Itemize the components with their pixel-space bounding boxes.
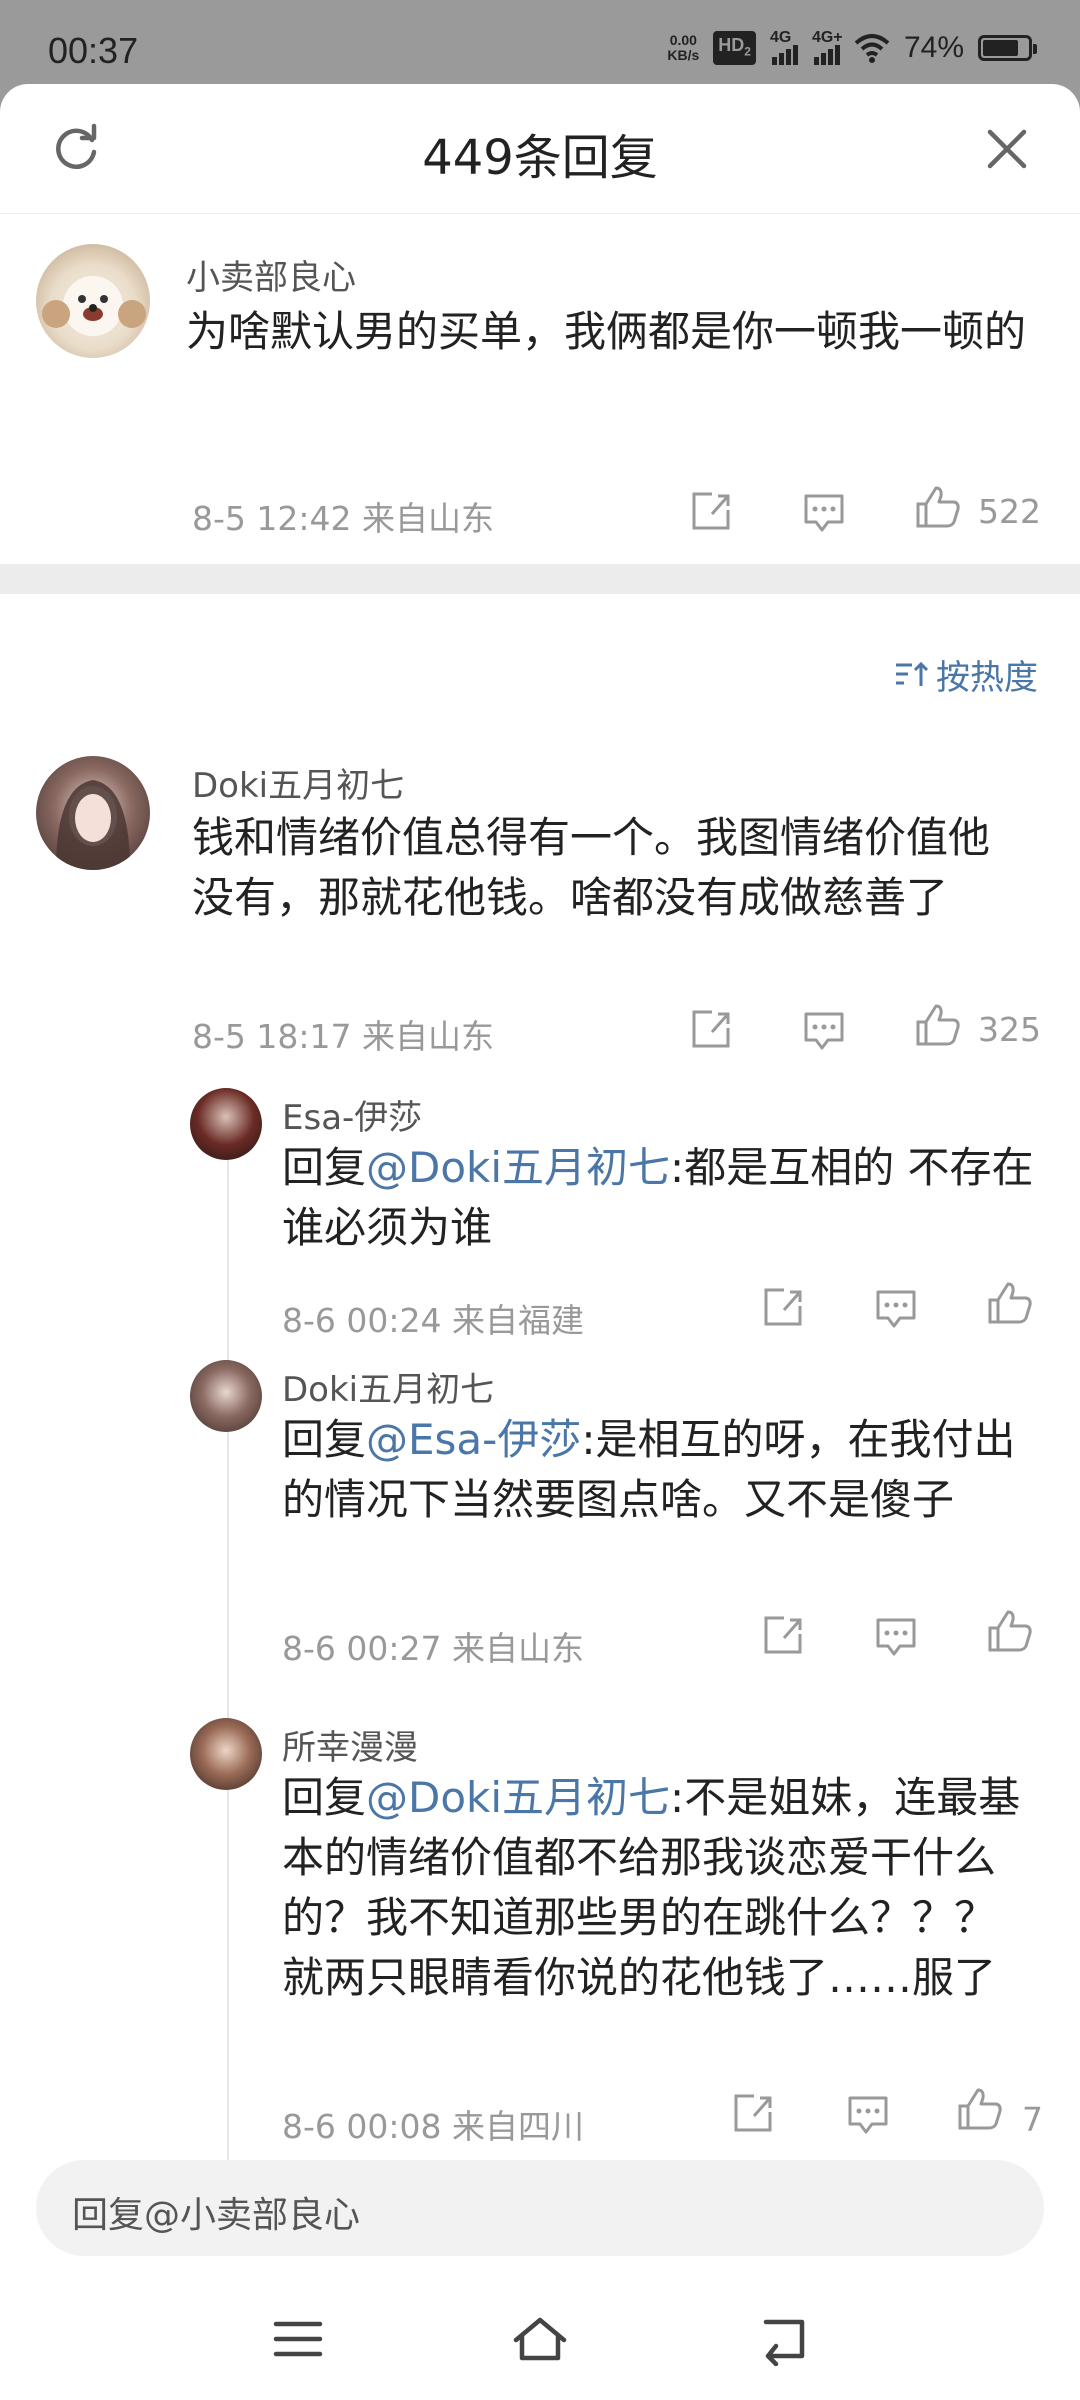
signal-icon-sim2: 4G+ bbox=[812, 29, 843, 65]
comment-icon[interactable] bbox=[800, 490, 848, 536]
battery-icon bbox=[978, 35, 1037, 61]
like-icon[interactable] bbox=[986, 1608, 1034, 1654]
reply-meta: 8-6 00:24 来自福建 bbox=[282, 1301, 584, 1340]
mention-link[interactable]: @Esa-伊莎 bbox=[366, 1415, 581, 1464]
system-nav-bar bbox=[0, 2284, 1080, 2400]
reply-text: 回复@Doki五月初七:都是互相的 不存在谁必须为谁 bbox=[282, 1143, 1034, 1252]
thread-line bbox=[227, 1154, 229, 2224]
page-title: 449条回复 bbox=[422, 130, 658, 186]
avatar[interactable] bbox=[190, 1360, 262, 1432]
share-icon[interactable] bbox=[760, 1612, 808, 1658]
status-bar: 00:37 0.00 KB/s HD2 4G 4G+ 74% bbox=[0, 0, 1080, 84]
reply-author[interactable]: 所幸漫漫 bbox=[282, 1720, 418, 1769]
reply-author[interactable]: Esa-伊莎 bbox=[282, 1090, 422, 1139]
sheet-header: 449条回复 bbox=[0, 84, 1080, 214]
sort-icon bbox=[896, 661, 929, 686]
mention-link[interactable]: @Doki五月初七 bbox=[366, 1773, 670, 1822]
status-time: 00:37 bbox=[48, 30, 139, 71]
mention-link[interactable]: @Doki五月初七 bbox=[366, 1143, 670, 1192]
share-icon[interactable] bbox=[688, 1006, 736, 1052]
signal-icon-sim1: 4G bbox=[770, 29, 798, 65]
reply-text: 钱和情绪价值总得有一个。我图情绪价值他没有，那就花他钱。啥都没有成做慈善了 bbox=[192, 813, 991, 922]
sort-button[interactable]: 按热度 bbox=[894, 650, 1038, 699]
comment-author[interactable]: 小卖部良心 bbox=[186, 250, 356, 299]
close-icon[interactable] bbox=[982, 124, 1032, 174]
reply-author[interactable]: Doki五月初七 bbox=[192, 758, 404, 807]
comment-icon[interactable] bbox=[872, 1614, 920, 1660]
reply-meta: 8-6 00:27 来自山东 bbox=[282, 1629, 584, 1668]
avatar[interactable] bbox=[36, 244, 150, 358]
avatar[interactable] bbox=[36, 756, 150, 870]
battery-percent: 74% bbox=[903, 31, 964, 64]
section-divider bbox=[0, 564, 1080, 594]
status-icons: 0.00 KB/s HD2 4G 4G+ 74% bbox=[667, 28, 1037, 68]
comment-icon[interactable] bbox=[800, 1008, 848, 1054]
like-count: 522 bbox=[978, 492, 1041, 531]
avatar[interactable] bbox=[190, 1088, 262, 1160]
reply-author[interactable]: Doki五月初七 bbox=[282, 1362, 494, 1411]
home-icon[interactable] bbox=[510, 2312, 570, 2366]
reply-meta: 8-5 18:17 来自山东 bbox=[192, 1017, 494, 1056]
reply-text: 回复@Doki五月初七:不是姐妹，连最基本的情绪价值都不给那我谈恋爱干什么的？我… bbox=[282, 1773, 1021, 2002]
wifi-icon bbox=[854, 34, 890, 63]
like-icon[interactable] bbox=[986, 1280, 1034, 1326]
reply-meta: 8-6 00:08 来自四川 bbox=[282, 2107, 584, 2146]
hd-icon: HD2 bbox=[713, 30, 756, 66]
replies-sheet: 449条回复 小卖部良心 为啥默认男的买单，我俩都是你一顿我一顿的 8-5 12… bbox=[0, 84, 1080, 2400]
share-icon[interactable] bbox=[760, 1284, 808, 1330]
network-speed: 0.00 KB/s bbox=[667, 32, 700, 63]
share-icon[interactable] bbox=[730, 2090, 778, 2136]
back-icon[interactable] bbox=[752, 2312, 812, 2366]
avatar[interactable] bbox=[190, 1718, 262, 1790]
reply-input[interactable]: 回复@小卖部良心 bbox=[36, 2160, 1044, 2256]
comment-text: 为啥默认男的买单，我俩都是你一顿我一顿的 bbox=[186, 307, 1027, 356]
menu-icon[interactable] bbox=[268, 2312, 328, 2366]
share-icon[interactable] bbox=[688, 488, 736, 534]
comment-icon[interactable] bbox=[844, 2092, 892, 2138]
like-count: 7 bbox=[1022, 2100, 1043, 2139]
comment-meta: 8-5 12:42 来自山东 bbox=[192, 499, 494, 538]
like-icon[interactable] bbox=[914, 1002, 962, 1048]
comment-icon[interactable] bbox=[872, 1286, 920, 1332]
reply-placeholder: 回复@小卖部良心 bbox=[72, 2195, 361, 2236]
like-icon[interactable] bbox=[914, 484, 962, 530]
reply-text: 回复@Esa-伊莎:是相互的呀，在我付出的情况下当然要图点啥。又不是傻子 bbox=[282, 1415, 1016, 1524]
like-count: 325 bbox=[978, 1010, 1041, 1049]
like-icon[interactable] bbox=[956, 2086, 1004, 2132]
dog-avatar-image bbox=[42, 276, 146, 336]
